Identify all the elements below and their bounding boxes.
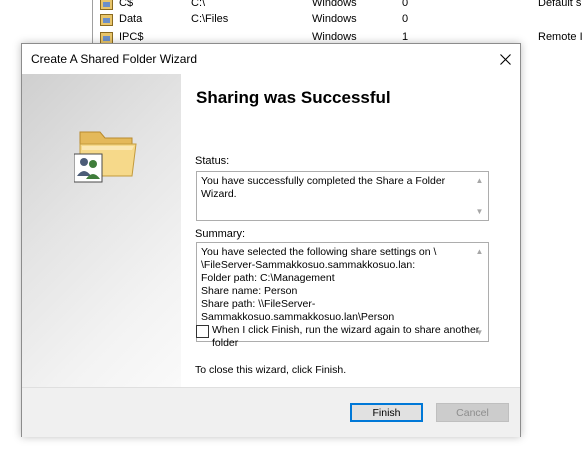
cancel-button[interactable]: Cancel — [436, 403, 509, 422]
summary-text: You have selected the following share se… — [201, 246, 468, 324]
status-text: You have successfully completed the Shar… — [201, 175, 446, 200]
share-os: Windows — [312, 0, 357, 9]
summary-line: You have selected the following share se… — [201, 246, 437, 258]
status-label: Status: — [195, 155, 230, 167]
list-divider — [92, 0, 93, 48]
shares-list: C$ C:\ Windows 0 Default s Data C:\Files… — [0, 0, 585, 48]
summary-line: Sammakkosuo.sammakkosuo.lan\Person — [201, 311, 395, 323]
wizard-dialog: Create A Shared Folder Wizard Sharing wa… — [21, 43, 521, 437]
finish-button[interactable]: Finish — [350, 403, 423, 422]
status-textbox[interactable]: You have successfully completed the Shar… — [196, 171, 489, 221]
scroll-up-icon[interactable]: ▲ — [471, 172, 488, 189]
scroll-up-icon[interactable]: ▲ — [471, 243, 488, 260]
share-name: IPC$ — [119, 31, 144, 43]
run-again-checkbox[interactable] — [196, 325, 209, 338]
share-os: Windows — [312, 13, 357, 25]
users-icon — [73, 153, 103, 183]
close-button[interactable] — [490, 44, 520, 74]
summary-line: Share name: Person — [201, 285, 298, 297]
summary-line: Share path: \\FileServer- — [201, 298, 316, 310]
share-client-count: 1 — [402, 31, 409, 43]
scroll-down-icon[interactable]: ▼ — [471, 203, 488, 220]
share-client-count: 0 — [402, 13, 409, 25]
wizard-side-panel — [22, 74, 181, 387]
run-again-label[interactable]: When I click Finish, run the wizard agai… — [212, 324, 502, 350]
share-os: Windows — [312, 31, 357, 43]
wizard-content: Sharing was Successful Status: You have … — [22, 74, 520, 387]
share-description: Remote I — [538, 31, 583, 43]
close-icon — [499, 53, 511, 65]
summary-line: Folder path: C:\Management — [201, 272, 335, 284]
list-item[interactable]: Data C:\Files Windows 0 — [100, 11, 585, 29]
page-heading: Sharing was Successful — [196, 88, 391, 107]
status-scrollbar[interactable]: ▲ ▼ — [471, 172, 488, 220]
share-icon — [100, 14, 113, 26]
shared-folder-icon — [73, 124, 140, 187]
share-icon — [100, 0, 113, 10]
share-description: Default s — [538, 0, 582, 9]
share-client-count: 0 — [402, 0, 409, 9]
summary-line: \FileServer-Sammakkosuo.sammakkosuo.lan: — [201, 259, 416, 271]
share-path: C:\ — [191, 0, 206, 9]
share-path: C:\Files — [191, 13, 229, 25]
close-instruction: To close this wizard, click Finish. — [195, 364, 347, 376]
share-name: C$ — [119, 0, 134, 9]
share-name: Data — [119, 13, 143, 25]
dialog-title: Create A Shared Folder Wizard — [31, 52, 198, 66]
summary-label: Summary: — [195, 228, 246, 240]
title-bar[interactable]: Create A Shared Folder Wizard — [22, 44, 520, 74]
button-bar: Finish Cancel — [22, 387, 520, 437]
